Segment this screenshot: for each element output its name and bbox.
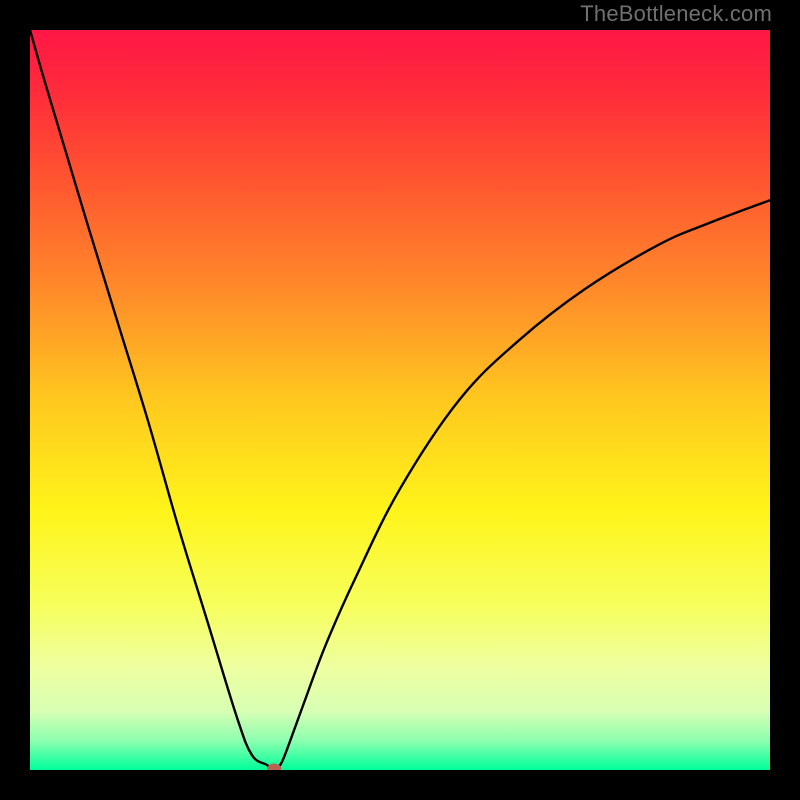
watermark-label: TheBottleneck.com <box>580 1 772 27</box>
chart-stage: TheBottleneck.com <box>0 0 800 800</box>
curve-layer <box>30 30 770 770</box>
bottleneck-curve-path <box>30 30 770 769</box>
plot-area <box>30 30 770 770</box>
